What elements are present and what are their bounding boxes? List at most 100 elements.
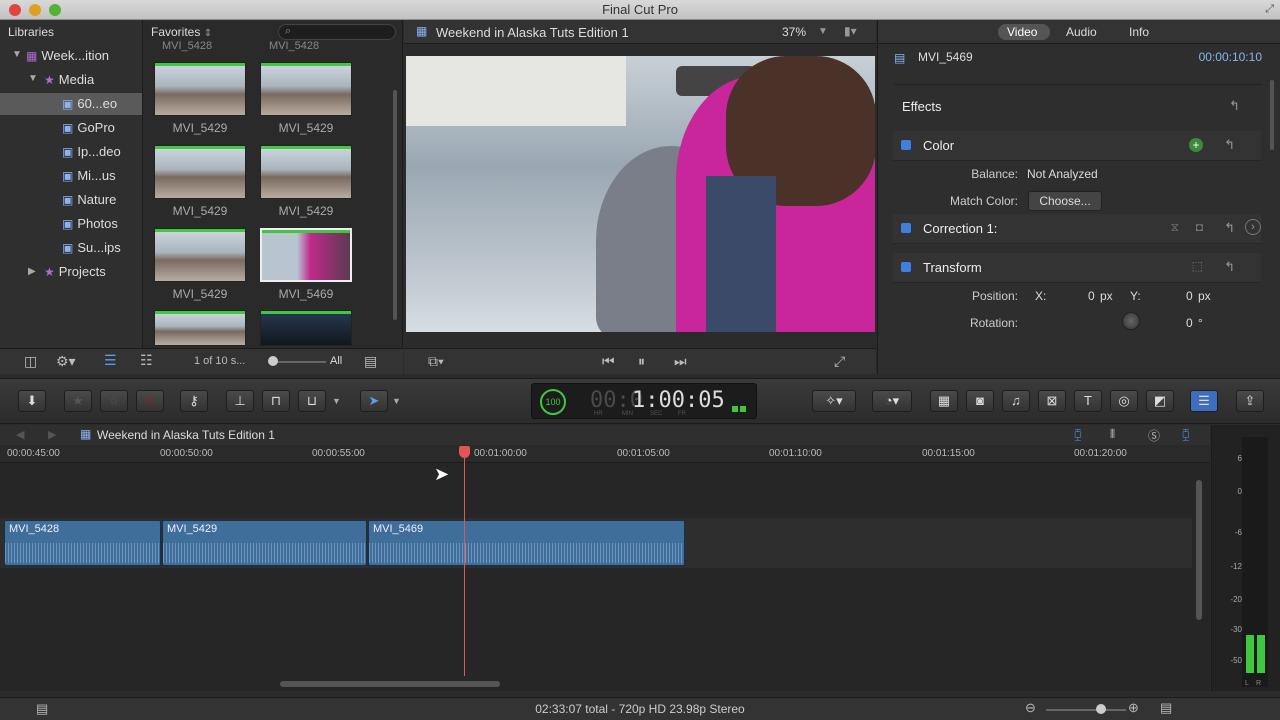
zoom-level[interactable]: 37% bbox=[782, 25, 806, 39]
choose-button[interactable]: Choose... bbox=[1028, 191, 1102, 211]
timeline-clip[interactable]: MVI_5428 bbox=[4, 520, 161, 566]
enable-checkbox[interactable] bbox=[901, 262, 911, 272]
go-arrow-icon[interactable]: › bbox=[1245, 219, 1261, 235]
transform-overlay-icon[interactable]: ⧉▾ bbox=[428, 353, 444, 370]
rotation-value[interactable]: 0 bbox=[1186, 316, 1193, 330]
timeline-tracks[interactable] bbox=[0, 463, 1210, 691]
reject-button[interactable]: ✕ bbox=[136, 390, 164, 412]
favorite-button[interactable]: ★ bbox=[64, 390, 92, 412]
disclosure-triangle-icon[interactable]: ▼ bbox=[12, 49, 22, 60]
select-tool-button[interactable]: ➤ bbox=[360, 390, 388, 412]
back-arrow-icon[interactable]: ◀ bbox=[16, 428, 24, 441]
search-input[interactable]: ⌕ bbox=[278, 24, 396, 40]
reset-icon[interactable]: ↰ bbox=[1224, 137, 1235, 153]
reset-icon[interactable]: ↰ bbox=[1224, 259, 1235, 275]
edit-dropdown-icon[interactable]: ▼ bbox=[332, 396, 341, 406]
clip-thumbnail[interactable] bbox=[154, 310, 246, 346]
filter-all[interactable]: All bbox=[330, 355, 342, 367]
color-section[interactable]: Color + ↰ bbox=[893, 131, 1261, 161]
themes-browser-button[interactable]: ◩ bbox=[1146, 390, 1174, 412]
correction-section[interactable]: Correction 1: ⧖ ◘ ↰ › bbox=[893, 214, 1261, 244]
camera-icon[interactable]: ◘ bbox=[1196, 220, 1203, 234]
filmstrip-settings-icon[interactable]: ▤ bbox=[364, 353, 377, 370]
clip-thumbnail[interactable] bbox=[154, 145, 246, 199]
favorites-dropdown[interactable]: Favorites ⇕ bbox=[151, 25, 212, 39]
clip-thumbnail[interactable] bbox=[260, 310, 352, 346]
browser-scrollbar[interactable] bbox=[393, 90, 397, 320]
add-effect-icon[interactable]: + bbox=[1189, 138, 1203, 152]
titles-browser-button[interactable]: T bbox=[1074, 390, 1102, 412]
inspector-toggle-button[interactable]: ☰ bbox=[1190, 390, 1218, 412]
fullscreen-icon[interactable]: ⤢ bbox=[1265, 3, 1274, 16]
clip-appearance-icon[interactable]: ▤ bbox=[1160, 700, 1172, 716]
sidebar-item-media[interactable]: ★ Media bbox=[44, 69, 94, 91]
reset-icon[interactable]: ↰ bbox=[1224, 220, 1235, 236]
sidebar-item-event-0[interactable]: ▣ 60...eo bbox=[62, 93, 117, 115]
clip-thumbnail[interactable] bbox=[260, 145, 352, 199]
sidebar-item-event-6[interactable]: ▣ Su...ips bbox=[62, 237, 121, 259]
unrate-button[interactable]: ☆ bbox=[100, 390, 128, 412]
clip-thumbnail[interactable] bbox=[154, 62, 246, 116]
reset-icon[interactable]: ↰ bbox=[1229, 98, 1240, 114]
sidebar-toggle-icon[interactable]: ◫ bbox=[24, 353, 37, 370]
timeline-clip[interactable]: MVI_5469 bbox=[368, 520, 685, 566]
sidebar-item-event-5[interactable]: ▣ Photos bbox=[62, 213, 118, 235]
clip-thumbnail[interactable] bbox=[260, 62, 352, 116]
timeline-hscrollbar[interactable] bbox=[280, 681, 500, 687]
enable-checkbox[interactable] bbox=[901, 223, 911, 233]
transitions-browser-button[interactable]: ⊠ bbox=[1038, 390, 1066, 412]
disclosure-triangle-icon[interactable]: ▼ bbox=[28, 73, 38, 84]
viewer-video-frame[interactable] bbox=[406, 56, 875, 332]
fullscreen-viewer-icon[interactable]: ⤢ bbox=[834, 353, 845, 370]
clip-skimming-icon[interactable]: ⧮ bbox=[1074, 427, 1082, 442]
zoom-slider[interactable] bbox=[1046, 709, 1126, 711]
clip-thumbnail-selected[interactable] bbox=[260, 228, 352, 282]
clip-size-slider[interactable] bbox=[270, 361, 326, 363]
list-view-icon[interactable]: ☷ bbox=[140, 352, 153, 369]
retime-button[interactable]: ◔▾ bbox=[872, 390, 912, 412]
insert-clip-button[interactable]: ⊓ bbox=[262, 390, 290, 412]
transform-onscreen-icon[interactable]: ⬚ bbox=[1192, 259, 1203, 273]
zoom-dropdown-icon[interactable]: ▼ bbox=[818, 26, 828, 37]
clip-thumbnail[interactable] bbox=[154, 228, 246, 282]
music-browser-button[interactable]: ♫ bbox=[1002, 390, 1030, 412]
generators-browser-button[interactable]: ◎ bbox=[1110, 390, 1138, 412]
slider-knob[interactable] bbox=[268, 356, 278, 366]
solo-icon[interactable]: Ⓢ bbox=[1148, 427, 1160, 444]
playhead-marker[interactable] bbox=[459, 446, 470, 458]
keyword-button[interactable]: ⚷ bbox=[180, 390, 208, 412]
forward-arrow-icon[interactable]: ▶ bbox=[48, 428, 56, 441]
photos-browser-button[interactable]: ◙ bbox=[966, 390, 994, 412]
audio-skimming-icon[interactable]: ⫴ bbox=[1110, 427, 1115, 442]
filmstrip-view-icon[interactable]: ☰ bbox=[104, 352, 117, 369]
timeline-clip[interactable]: MVI_5429 bbox=[162, 520, 367, 566]
sidebar-item-event-3[interactable]: ▣ Mi...us bbox=[62, 165, 116, 187]
sidebar-item-projects[interactable]: ★ Projects bbox=[44, 261, 106, 283]
tool-dropdown-icon[interactable]: ▼ bbox=[392, 396, 401, 406]
gear-icon[interactable]: ⚙▾ bbox=[56, 353, 76, 370]
snapping-icon[interactable]: ⧮ bbox=[1182, 427, 1190, 442]
mask-icon[interactable]: ⧖ bbox=[1171, 220, 1179, 235]
transform-section[interactable]: Transform ⬚ ↰ bbox=[893, 253, 1261, 283]
progress-dial[interactable]: 100 bbox=[540, 389, 566, 415]
enable-checkbox[interactable] bbox=[901, 140, 911, 150]
import-button[interactable]: ⬇ bbox=[18, 390, 46, 412]
next-frame-icon[interactable]: ⏭ bbox=[674, 353, 687, 370]
connect-clip-button[interactable]: ⊥ bbox=[226, 390, 254, 412]
zoom-out-icon[interactable]: ⊖ bbox=[1025, 700, 1036, 716]
pause-icon[interactable]: ⏸ bbox=[638, 353, 645, 370]
append-clip-button[interactable]: ⊔ bbox=[298, 390, 326, 412]
zoom-slider-knob[interactable] bbox=[1096, 704, 1106, 714]
sidebar-item-event-1[interactable]: ▣ GoPro bbox=[62, 117, 115, 139]
library-item[interactable]: ▦ Week...ition bbox=[26, 45, 109, 67]
tab-info[interactable]: Info bbox=[1129, 25, 1149, 39]
playhead[interactable] bbox=[464, 446, 465, 676]
sidebar-item-event-4[interactable]: ▣ Nature bbox=[62, 189, 116, 211]
zoom-in-icon[interactable]: ⊕ bbox=[1128, 700, 1139, 716]
tab-video[interactable]: Video bbox=[1007, 25, 1037, 39]
view-options-icon[interactable]: ▮▾ bbox=[844, 24, 857, 38]
x-value[interactable]: 0 bbox=[1088, 289, 1095, 303]
timecode-display[interactable]: 1:00:05 bbox=[632, 388, 725, 413]
enhancements-button[interactable]: ✧▾ bbox=[812, 390, 856, 412]
share-button[interactable]: ⇪ bbox=[1236, 390, 1264, 412]
